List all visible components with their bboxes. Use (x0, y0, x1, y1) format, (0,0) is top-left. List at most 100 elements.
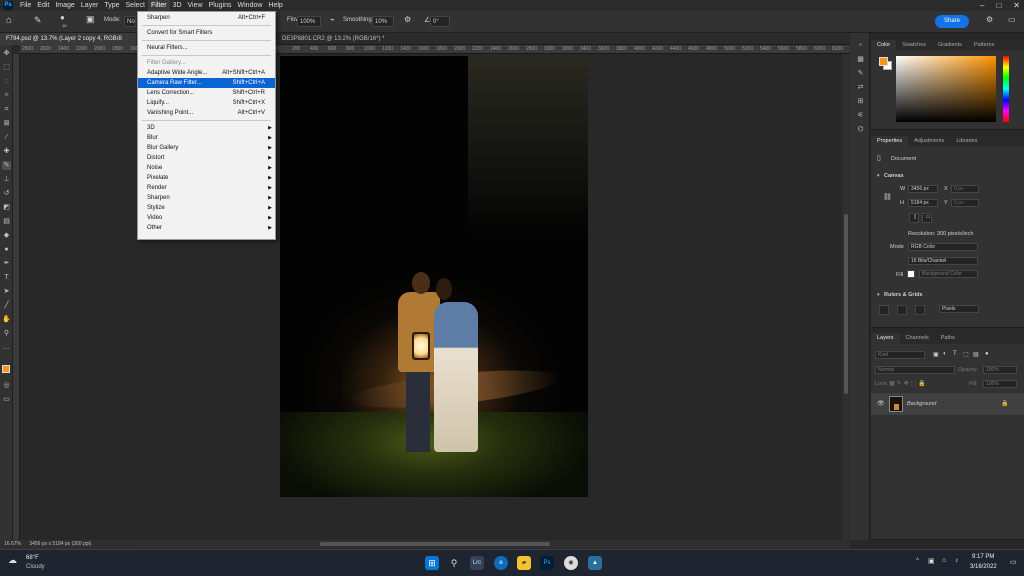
menu-image[interactable]: Image (52, 0, 77, 11)
ruler-icon[interactable] (879, 305, 889, 315)
tab-color[interactable]: Color (871, 40, 897, 51)
menu-layer[interactable]: Layer (78, 0, 102, 11)
brush-tool-icon[interactable]: ✎ (2, 161, 11, 170)
crop-tool-icon[interactable]: ⌗ (2, 105, 11, 114)
filter-menu-item-pixelate[interactable]: Pixelate ▶ (138, 173, 275, 183)
lasso-tool-icon[interactable]: ◌ (2, 77, 11, 86)
hand-tool-icon[interactable]: ✋ (2, 315, 11, 324)
screen-mode-icon[interactable]: ▭ (2, 395, 11, 404)
clone-stamp-tool-icon[interactable]: ⊥ (2, 175, 11, 184)
weather-temperature[interactable]: 68°F (26, 555, 39, 561)
filter-menu-item-blur[interactable]: Blur ▶ (138, 133, 275, 143)
tab-channels[interactable]: Channels (900, 333, 935, 344)
layer-filter-select[interactable]: Kind (875, 351, 925, 359)
layer-name[interactable]: Background (907, 401, 936, 407)
adjust-icon[interactable]: ⇄ (856, 83, 865, 92)
vertical-scrollbar[interactable] (842, 54, 850, 540)
tab-adjustments[interactable]: Adjustments (908, 136, 950, 147)
zoom-tool-icon[interactable]: ⚲ (2, 329, 11, 338)
notifications-icon[interactable]: ▭ (1010, 558, 1017, 566)
landscape-orientation-icon[interactable]: ▭ (922, 213, 932, 223)
clock-time[interactable]: 9:17 PM (972, 554, 994, 560)
menu-filter[interactable]: Filter (147, 0, 170, 11)
photos-taskbar-icon[interactable]: ▲ (588, 556, 602, 570)
blur-tool-icon[interactable]: ◆ (2, 231, 11, 240)
more-tools-icon[interactable]: … (2, 343, 11, 352)
grid-icon[interactable] (897, 305, 907, 315)
filter-menu-item-neural-filters[interactable]: Neural Filters... (138, 43, 275, 53)
network-icon[interactable]: ⌂ (942, 557, 946, 564)
hue-slider[interactable] (1003, 56, 1009, 122)
properties-icon[interactable]: ⚟ (856, 111, 865, 120)
tab-document-2[interactable]: DE3P8801.CR2 @ 13.2% (RGB/16*) * (276, 33, 390, 45)
fill-swatch[interactable] (907, 270, 915, 278)
tab-layers[interactable]: Layers (871, 333, 900, 344)
link-icon[interactable]: ⛓ (883, 193, 892, 201)
search-icon[interactable]: ⚲ (447, 556, 461, 570)
zoom-level[interactable]: 16.67% (4, 541, 21, 547)
filter-type-icon[interactable]: T (953, 351, 957, 357)
tab-libraries[interactable]: Libraries (950, 136, 983, 147)
filter-menu-item-3d[interactable]: 3D ▶ (138, 123, 275, 133)
collapse-icon[interactable]: « (856, 41, 865, 50)
menu-view[interactable]: View (185, 0, 206, 11)
tab-swatches[interactable]: Swatches (896, 40, 932, 51)
photoshop-taskbar-icon[interactable]: Ps (540, 556, 554, 570)
menu-help[interactable]: Help (265, 0, 285, 11)
width-field[interactable]: 3456 px (908, 185, 938, 193)
guides-icon[interactable] (915, 305, 925, 315)
app-taskbar-icon[interactable]: ◉ (564, 556, 578, 570)
fill-select[interactable]: Background Color (919, 270, 978, 278)
line-tool-icon[interactable]: ╱ (2, 301, 11, 310)
magic-wand-tool-icon[interactable]: ✧ (2, 91, 11, 100)
filter-menu-item-noise[interactable]: Noise ▶ (138, 163, 275, 173)
filter-menu-item-video[interactable]: Video ▶ (138, 213, 275, 223)
filter-menu-item-sharpen[interactable]: Sharpen ▶ (138, 193, 275, 203)
menu-3d[interactable]: 3D (170, 0, 185, 11)
clock-date[interactable]: 3/16/2022 (970, 564, 997, 570)
frame-tool-icon[interactable]: ⊠ (2, 119, 11, 128)
filter-toggle-icon[interactable]: ● (985, 351, 989, 357)
pen-tool-icon[interactable]: ✒ (2, 259, 11, 268)
panel-foreground-swatch[interactable] (879, 57, 888, 66)
filter-menu-item-sharpen[interactable]: Sharpen Alt+Ctrl+F (138, 13, 275, 23)
menu-edit[interactable]: Edit (34, 0, 52, 11)
flow-input[interactable]: 100% (297, 16, 321, 27)
portrait-orientation-icon[interactable]: ▯ (909, 213, 919, 223)
info-icon[interactable]: ⊞ (856, 97, 865, 106)
close-button[interactable]: ✕ (1013, 0, 1020, 11)
fill-input[interactable]: 100% (983, 380, 1017, 388)
tray-app-icon[interactable]: ▣ (928, 557, 935, 565)
healing-brush-tool-icon[interactable]: ✚ (2, 147, 11, 156)
actions-icon[interactable]: ⌬ (856, 125, 865, 134)
weather-condition[interactable]: Cloudy (26, 564, 45, 570)
volume-icon[interactable]: ♪ (955, 557, 959, 564)
brush-settings-panel-icon[interactable]: ✎ (856, 69, 865, 78)
horizontal-scrollbar[interactable] (20, 540, 850, 548)
brush-settings-icon[interactable]: ▣ (86, 14, 95, 25)
blend-mode-select[interactable]: Normal (875, 366, 955, 374)
filter-menu-item-lens-correction[interactable]: Lens Correction... Shift+Ctrl+R (138, 88, 275, 98)
gradient-tool-icon[interactable]: ▤ (2, 217, 11, 226)
minimize-button[interactable]: – (980, 0, 984, 11)
menu-type[interactable]: Type (101, 0, 122, 11)
menu-file[interactable]: File (17, 0, 34, 11)
share-button[interactable]: Share (935, 15, 969, 28)
mode-select[interactable]: RGB Color (908, 243, 978, 251)
gear-icon[interactable]: ⚙ (404, 15, 411, 24)
file-explorer-icon[interactable]: ▰ (517, 556, 531, 570)
filter-shape-icon[interactable]: ⬚ (963, 351, 969, 358)
eraser-tool-icon[interactable]: ◩ (2, 203, 11, 212)
filter-smart-icon[interactable]: ▤ (973, 351, 979, 358)
eyedropper-tool-icon[interactable]: ⁄ (2, 133, 11, 142)
lock-icons[interactable]: ▦✎✥⬚🔒 (889, 380, 928, 387)
filter-pixel-icon[interactable]: ▣ (933, 351, 939, 358)
quick-mask-icon[interactable]: ◎ (2, 381, 11, 390)
filter-menu-item-blur-gallery[interactable]: Blur Gallery ▶ (138, 143, 275, 153)
filter-menu-item-camera-raw-filter[interactable]: Camera Raw Filter... Shift+Ctrl+A (138, 78, 275, 88)
airbrush-icon[interactable]: ⌁ (330, 15, 335, 24)
filter-menu-item-adaptive-wide-angle[interactable]: Adaptive Wide Angle... Alt+Shift+Ctrl+A (138, 68, 275, 78)
brush-preset-icon[interactable]: ● (60, 13, 65, 22)
filter-menu-item-convert-for-smart-filters[interactable]: Convert for Smart Filters (138, 28, 275, 38)
edge-icon[interactable]: e (494, 556, 508, 570)
